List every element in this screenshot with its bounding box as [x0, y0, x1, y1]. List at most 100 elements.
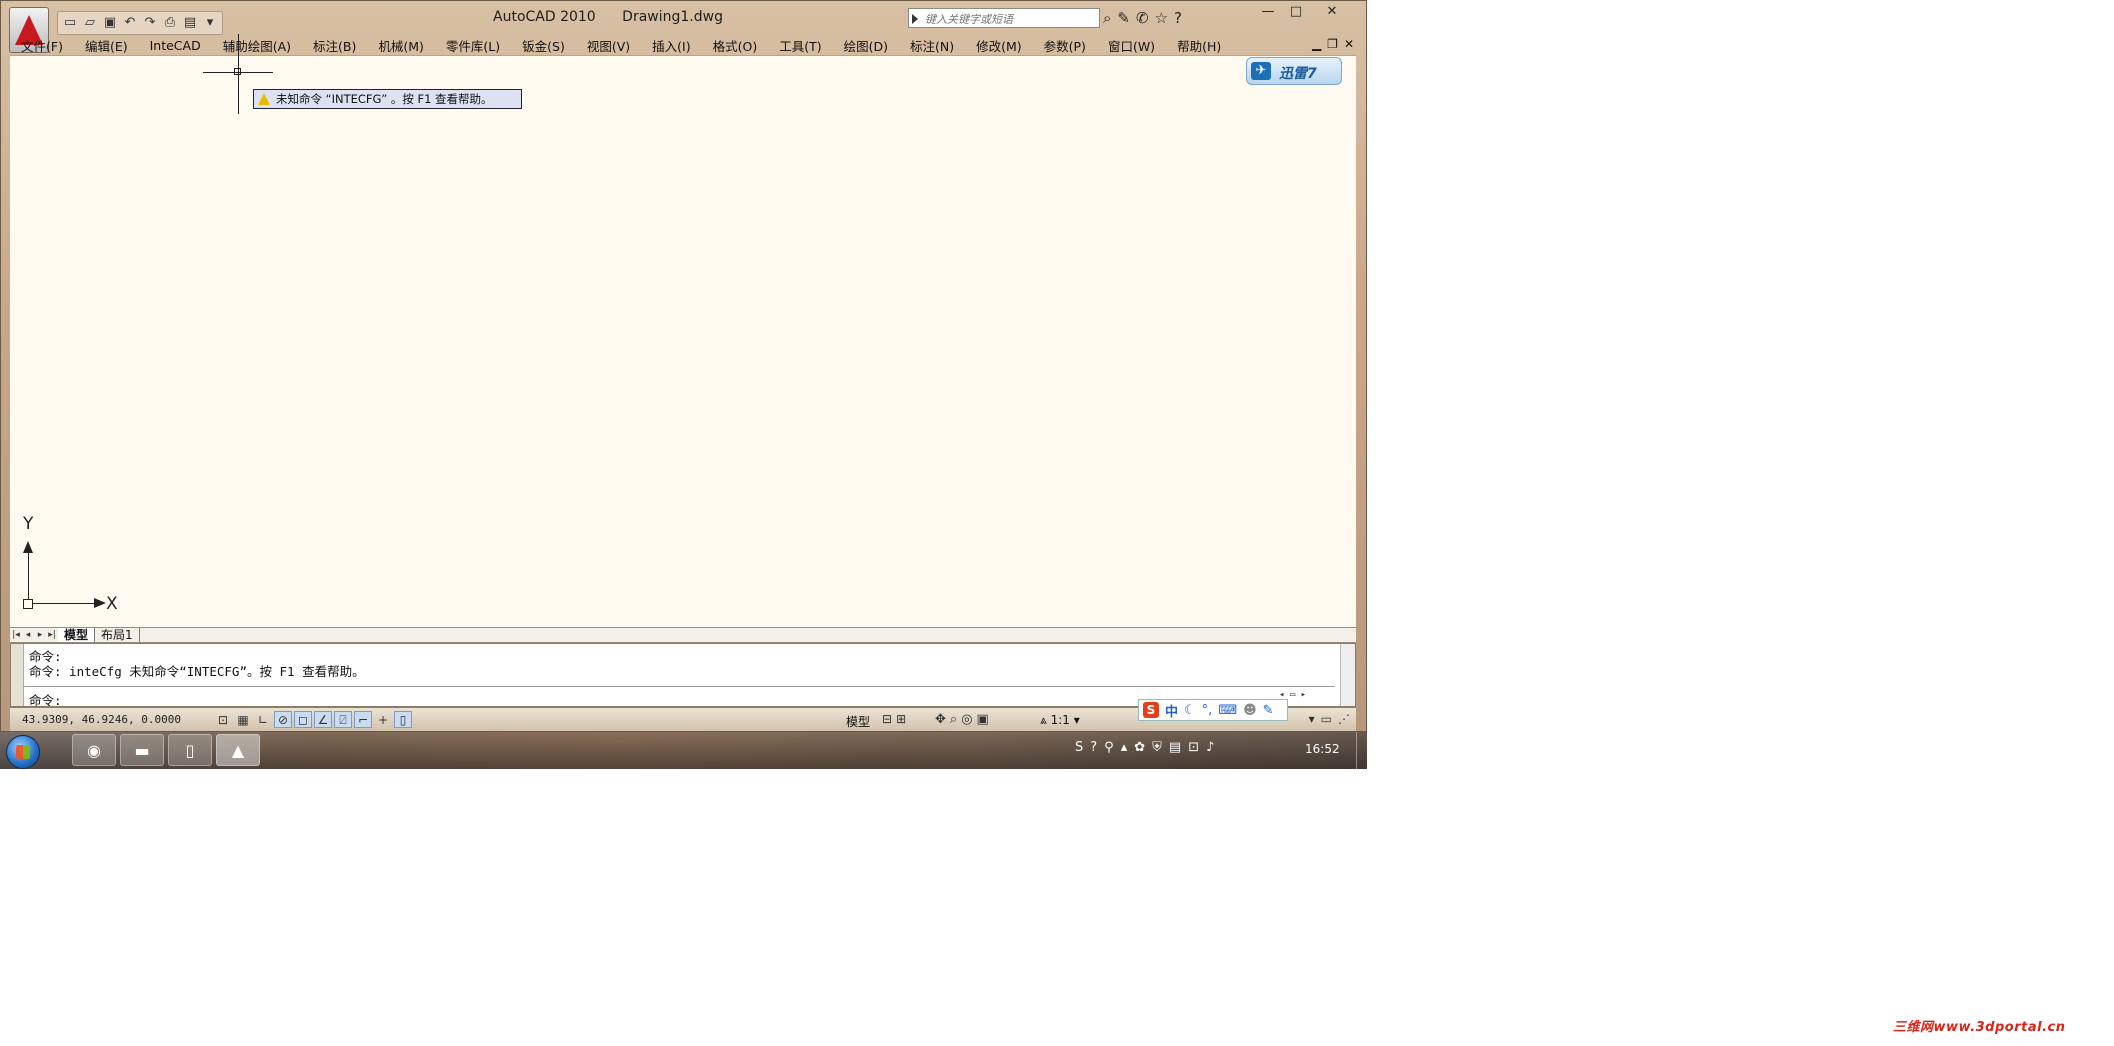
menu-modify[interactable]: 修改(M) [965, 36, 1033, 55]
quick-properties-icon[interactable]: ▯ [394, 711, 412, 728]
tray-help-icon[interactable]: ? [1090, 740, 1097, 755]
menu-tools[interactable]: 工具(T) [768, 36, 832, 55]
quick-view-drawings-icon[interactable]: ⊞ [896, 712, 906, 726]
grid-display-icon[interactable]: ▦ [234, 711, 252, 728]
dynamic-input-icon[interactable]: ⌐ [354, 711, 372, 728]
tray-network-icon[interactable]: ⊡ [1188, 740, 1199, 755]
snap-mode-icon[interactable]: ⊡ [214, 711, 232, 728]
menu-mechanical[interactable]: 机械(M) [367, 36, 435, 55]
menu-help[interactable]: 帮助(H) [1166, 36, 1232, 55]
menu-edit[interactable]: 编辑(E) [74, 36, 139, 55]
open-icon[interactable]: ▱ [82, 15, 98, 31]
tray-sogou-icon[interactable]: S [1075, 740, 1083, 755]
communication-icon[interactable]: ✆ [1136, 9, 1149, 27]
object-snap-icon[interactable]: ◻ [294, 711, 312, 728]
keyboard-icon[interactable]: ⌨ [1218, 703, 1237, 718]
close-button[interactable]: ✕ [1311, 3, 1353, 21]
qat-dropdown-icon[interactable]: ▾ [202, 15, 218, 31]
tray-ime-icon[interactable]: ⚲ [1104, 740, 1114, 755]
model-space-label[interactable]: 模型 [846, 713, 870, 730]
subscription-icon[interactable]: ✎ [1117, 9, 1130, 27]
doc-minimize-button[interactable]: ▁ [1312, 37, 1321, 51]
tab-prev-icon[interactable]: ◂ [22, 630, 34, 640]
object-snap-tracking-icon[interactable]: ∠ [314, 711, 332, 728]
start-button[interactable] [6, 735, 40, 769]
clean-screen-icon[interactable]: ▭ [1321, 712, 1332, 726]
minimize-button[interactable]: — [1255, 3, 1281, 21]
menu-intecad[interactable]: InteCAD [139, 38, 212, 53]
status-menu-icon[interactable]: ▾ [1309, 712, 1315, 726]
taskbar-autocad-icon[interactable]: ▲ [216, 734, 260, 766]
help-icon[interactable]: ? [1174, 9, 1182, 27]
save-icon[interactable]: ▣ [102, 15, 118, 31]
doc-close-button[interactable]: ✕ [1344, 37, 1354, 51]
show-desktop-button[interactable] [1356, 732, 1367, 769]
taskbar-clock[interactable]: 16:52 [1305, 742, 1340, 756]
showmotion-icon[interactable]: ▣ [977, 712, 989, 727]
ime-mode-toggle[interactable]: 中 [1165, 701, 1178, 720]
menu-file[interactable]: 文件(F) [10, 36, 74, 55]
command-hscroll[interactable]: ◂ ▭ ▸ [1279, 690, 1339, 704]
undo-icon[interactable]: ↶ [122, 15, 138, 31]
pan-icon[interactable]: ✥ [935, 712, 946, 727]
menu-format[interactable]: 格式(O) [702, 36, 769, 55]
taskbar-explorer-icon[interactable]: ▬ [120, 734, 164, 766]
drawing-area[interactable]: ✈ 迅雷7 未知命令 “INTECFG” 。按 F1 查看帮助。 Y X [10, 34, 1356, 627]
redo-icon[interactable]: ↷ [142, 15, 158, 31]
command-vscroll[interactable] [1340, 644, 1355, 706]
maximize-button[interactable]: □ [1283, 3, 1309, 21]
lineweight-icon[interactable]: + [374, 711, 392, 728]
xunlei-float-widget[interactable]: ✈ 迅雷7 [1246, 57, 1342, 85]
resize-grip-icon[interactable]: ⋰ [1338, 712, 1350, 726]
new-icon[interactable]: ▭ [62, 15, 78, 31]
tray-security-shield-icon[interactable]: ⛨ [1152, 740, 1162, 755]
annotation-scale[interactable]: ⩓ 1:1 ▾ [1040, 713, 1080, 728]
menu-insert[interactable]: 插入(I) [641, 36, 701, 55]
tray-expand-icon[interactable]: ▴ [1121, 740, 1128, 755]
favorites-star-icon[interactable]: ☆ [1155, 9, 1168, 27]
ucs-origin-icon [23, 599, 33, 609]
quick-view-layouts-icon[interactable]: ⊟ [882, 712, 892, 726]
menu-draw[interactable]: 绘图(D) [833, 36, 899, 55]
tray-device-icon[interactable]: ▤ [1169, 740, 1181, 755]
infocenter-tools: ⌕ ✎ ✆ ☆ ? [1103, 9, 1182, 27]
half-width-moon-icon[interactable]: ☾ [1184, 703, 1196, 718]
tab-next-icon[interactable]: ▸ [34, 630, 46, 640]
taskbar-app-icon[interactable]: ▯ [168, 734, 212, 766]
infocenter-search-input[interactable]: 键入关键字或短语 [908, 8, 1100, 28]
tab-last-icon[interactable]: ▸| [46, 630, 58, 640]
coordinate-readout[interactable]: 43.9309, 46.9246, 0.0000 [22, 713, 181, 726]
menu-parts-library[interactable]: 零件库(L) [435, 36, 511, 55]
steeringwheel-icon[interactable]: ◎ [961, 712, 972, 727]
menu-view[interactable]: 视图(V) [576, 36, 641, 55]
menu-drafting-aids[interactable]: 辅助绘图(A) [212, 36, 302, 55]
tray-xunlei-icon[interactable]: ✿ [1134, 740, 1145, 755]
taskbar-browser-icon[interactable]: ◉ [72, 734, 116, 766]
doc-restore-button[interactable]: ❐ [1327, 37, 1338, 51]
menu-sheet-metal[interactable]: 钣金(S) [511, 36, 576, 55]
tab-model[interactable]: 模型 [58, 628, 96, 642]
zoom-icon[interactable]: ⌕ [950, 712, 957, 727]
plot-icon[interactable]: ⎙ [162, 15, 178, 31]
command-window-grip[interactable] [11, 644, 24, 706]
search-placeholder: 键入关键字或短语 [925, 13, 1013, 26]
menu-parametric[interactable]: 参数(P) [1033, 36, 1097, 55]
ortho-mode-icon[interactable]: ∟ [254, 711, 272, 728]
unknown-command-tooltip: 未知命令 “INTECFG” 。按 F1 查看帮助。 [253, 89, 522, 109]
tab-first-icon[interactable]: |◂ [10, 630, 22, 640]
search-expand-icon[interactable] [912, 14, 918, 24]
binoculars-icon[interactable]: ⌕ [1103, 9, 1111, 27]
polar-tracking-icon[interactable]: ⊘ [274, 711, 292, 728]
wrench-icon[interactable]: ✎ [1263, 703, 1274, 718]
dynamic-ucs-icon[interactable]: ⍁ [334, 711, 352, 728]
tray-volume-icon[interactable]: ♪ [1206, 740, 1214, 755]
punctuation-icon[interactable]: °, [1202, 703, 1213, 718]
tab-layout1[interactable]: 布局1 [95, 628, 140, 642]
annotation-scale-icon: ⩓ [1040, 713, 1051, 727]
user-icon[interactable]: ☻ [1243, 703, 1257, 718]
menu-dimension[interactable]: 标注(N) [899, 36, 965, 55]
menu-annotate-b[interactable]: 标注(B) [302, 36, 367, 55]
menu-window[interactable]: 窗口(W) [1097, 36, 1166, 55]
workspace-icon[interactable]: ▤ [182, 15, 198, 31]
sogou-logo-icon[interactable]: S [1143, 702, 1159, 718]
